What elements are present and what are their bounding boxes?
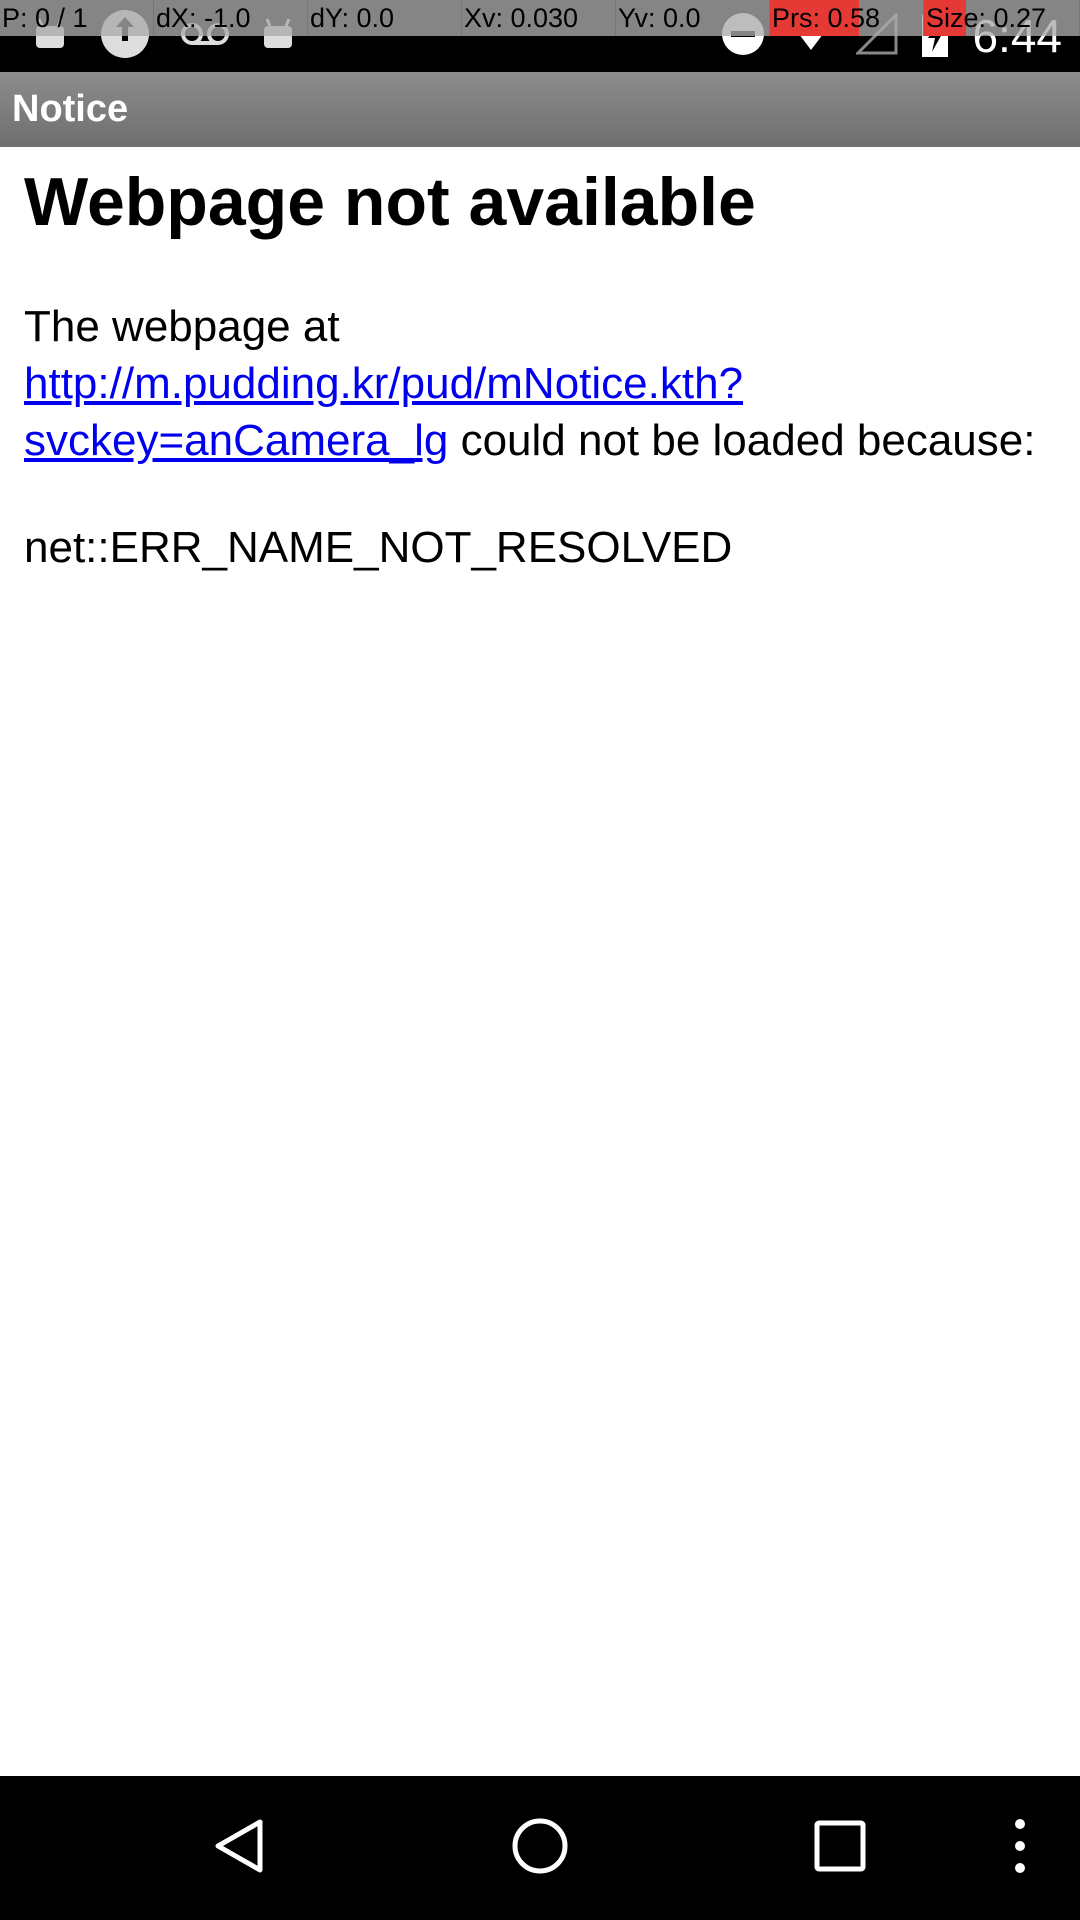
back-icon bbox=[210, 1816, 270, 1881]
message-suffix: could not be loaded because: bbox=[460, 416, 1036, 465]
app-title-bar: Notice bbox=[0, 72, 1080, 147]
overflow-menu-icon bbox=[1010, 1816, 1030, 1881]
message-prefix: The webpage at bbox=[24, 302, 340, 351]
pointer-yv: Yv: 0.0 bbox=[616, 0, 770, 36]
screen: 6:44 P: 0 / 1 dX: -1.0 dY: 0.0 Xv: 0.030… bbox=[0, 0, 1080, 1920]
overflow-menu-button[interactable] bbox=[990, 1776, 1050, 1920]
pointer-location-overlay: P: 0 / 1 dX: -1.0 dY: 0.0 Xv: 0.030 Yv: … bbox=[0, 0, 1080, 36]
pointer-dy: dY: 0.0 bbox=[308, 0, 462, 36]
home-button[interactable] bbox=[480, 1776, 600, 1920]
pointer-xv: Xv: 0.030 bbox=[462, 0, 616, 36]
error-heading: Webpage not available bbox=[24, 164, 756, 240]
error-message: The webpage at http://m.pudding.kr/pud/m… bbox=[24, 298, 1054, 469]
navigation-bar bbox=[0, 1776, 1080, 1920]
app-title: Notice bbox=[12, 88, 129, 130]
home-icon bbox=[510, 1816, 570, 1881]
status-bar: 6:44 P: 0 / 1 dX: -1.0 dY: 0.0 Xv: 0.030… bbox=[0, 0, 1080, 72]
pointer-dx: dX: -1.0 bbox=[154, 0, 308, 36]
back-button[interactable] bbox=[180, 1776, 300, 1920]
recents-icon bbox=[812, 1818, 868, 1879]
error-code: net::ERR_NAME_NOT_RESOLVED bbox=[24, 523, 733, 572]
webview-content: Webpage not available The webpage at htt… bbox=[24, 160, 1054, 576]
pointer-size: Size: 0.27 bbox=[924, 0, 1080, 36]
recents-button[interactable] bbox=[780, 1776, 900, 1920]
pointer-count: P: 0 / 1 bbox=[0, 0, 154, 36]
pointer-pressure: Prs: 0.58 bbox=[770, 0, 924, 36]
